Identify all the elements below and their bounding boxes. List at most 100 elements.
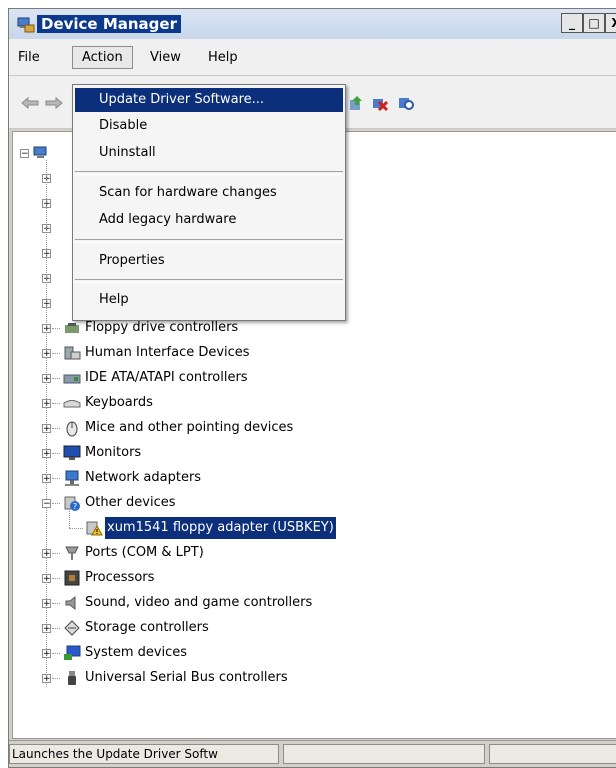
menu-update-driver[interactable]: Update Driver Software... (75, 88, 343, 112)
tree-connector (52, 503, 60, 505)
tree-item[interactable]: + IDE ATA/ATAPI controllers (13, 367, 616, 389)
tree-connector (52, 328, 60, 330)
tree-item-label: Other devices (85, 495, 176, 510)
floppy-controller-icon (65, 323, 79, 333)
storage-icon (64, 620, 80, 636)
forward-arrow-icon[interactable] (43, 94, 65, 112)
tree-collapse-toggle[interactable]: − (42, 499, 51, 509)
port-icon (65, 546, 79, 560)
tree-item-label: Universal Serial Bus controllers (85, 670, 288, 685)
title-bar[interactable]: Device Manager _ □ X (9, 9, 616, 39)
action-menu-dropdown: Update Driver Software... Disable Uninst… (72, 84, 346, 321)
update-driver-icon[interactable] (345, 94, 367, 112)
tree-expander[interactable]: + (42, 424, 51, 434)
menu-help-item[interactable]: Help (75, 288, 343, 312)
tree-item[interactable]: + Ports (COM & LPT) (13, 542, 616, 564)
menu-bar: File Action View Help (9, 39, 616, 76)
tree-item[interactable]: − ? Other devices (13, 492, 616, 514)
minimize-button[interactable]: _ (561, 13, 583, 33)
menu-add-legacy-hardware[interactable]: Add legacy hardware (75, 208, 343, 232)
menu-uninstall[interactable]: Uninstall (75, 141, 343, 165)
tree-item[interactable]: + Sound, video and game controllers (13, 592, 616, 614)
tree-item[interactable]: + Universal Serial Bus controllers (13, 667, 616, 689)
tree-item[interactable]: xum1541 floppy adapter (USBKEY) (13, 509, 616, 539)
status-text: Launches the Update Driver Softw (9, 744, 279, 764)
status-bar: Launches the Update Driver Softw (9, 740, 616, 767)
close-button[interactable]: X (605, 13, 616, 33)
root-collapse-toggle[interactable]: − (20, 149, 29, 159)
window-title: Device Manager (37, 15, 181, 33)
tree-item-label: Monitors (85, 445, 142, 460)
menu-separator (75, 171, 343, 175)
computer-icon (33, 146, 47, 158)
tree-expander[interactable]: + (42, 449, 51, 459)
sound-icon (65, 595, 76, 611)
tree-expander[interactable]: + (42, 399, 51, 409)
tree-connector (52, 428, 60, 430)
menu-action[interactable]: Action (72, 46, 133, 69)
tree-connector (52, 478, 60, 480)
tree-item[interactable]: + Human Interface Devices (13, 342, 616, 364)
tree-item[interactable]: + Monitors (13, 442, 616, 464)
ide-controller-icon (63, 374, 81, 384)
device-manager-app-icon (17, 17, 35, 33)
status-pane-empty (489, 744, 616, 764)
tree-item-label: Human Interface Devices (85, 345, 250, 360)
tree-connector (69, 509, 71, 528)
tree-connector (52, 403, 60, 405)
tree-expander[interactable]: + (42, 599, 51, 609)
tree-connector (52, 653, 60, 655)
system-device-icon (64, 645, 81, 660)
tree-expander[interactable]: + (42, 574, 51, 584)
tree-item-label: IDE ATA/ATAPI controllers (85, 370, 248, 385)
back-arrow-icon[interactable] (19, 94, 41, 112)
tree-connector (52, 378, 60, 380)
tree-item-label: Mice and other pointing devices (85, 420, 294, 435)
keyboard-icon (63, 400, 81, 408)
uninstall-device-icon[interactable] (369, 94, 391, 112)
tree-expander[interactable]: + (42, 324, 51, 334)
tree-item[interactable]: + Processors (13, 567, 616, 589)
tree-connector (52, 628, 60, 630)
tree-connector (52, 603, 60, 605)
window-controls: _ □ X (561, 13, 616, 33)
tree-item-label: Sound, video and game controllers (85, 595, 313, 610)
tree-connector (52, 553, 60, 555)
monitor-icon (63, 445, 81, 460)
menu-properties[interactable]: Properties (75, 249, 343, 273)
mouse-icon (66, 421, 78, 437)
tree-connector (52, 453, 60, 455)
unknown-device-icon: ? (64, 496, 80, 511)
tree-item[interactable]: + Mice and other pointing devices (13, 417, 616, 439)
tree-expander[interactable]: + (42, 649, 51, 659)
tree-item[interactable]: + Storage controllers (13, 617, 616, 639)
tree-item-label-selected: xum1541 floppy adapter (USBKEY) (105, 517, 336, 539)
menu-view[interactable]: View (141, 47, 190, 68)
menu-separator (75, 279, 343, 283)
restore-button[interactable]: □ (583, 13, 605, 33)
tree-item[interactable]: + Keyboards (13, 392, 616, 414)
status-pane-empty (283, 744, 485, 764)
warning-device-icon (86, 521, 103, 536)
processor-icon (64, 570, 80, 586)
tree-expander[interactable]: + (42, 674, 51, 684)
tree-expander[interactable]: + (42, 474, 51, 484)
tree-expander[interactable]: + (42, 624, 51, 634)
tree-item[interactable]: + Network adapters (13, 467, 616, 489)
tree-connector (52, 678, 60, 680)
tree-item-label: Ports (COM & LPT) (85, 545, 204, 560)
scan-hardware-icon[interactable] (395, 94, 417, 112)
menu-disable[interactable]: Disable (75, 114, 343, 138)
hid-icon (64, 346, 81, 360)
tree-expander[interactable]: + (42, 374, 51, 384)
network-adapter-icon (65, 470, 79, 486)
tree-item-label: Network adapters (85, 470, 202, 485)
menu-scan-hardware[interactable]: Scan for hardware changes (75, 181, 343, 205)
tree-expander[interactable]: + (42, 549, 51, 559)
svg-text:?: ? (73, 502, 77, 511)
menu-help[interactable]: Help (199, 47, 247, 68)
tree-connector (69, 528, 83, 530)
tree-expander[interactable]: + (42, 349, 51, 359)
tree-item[interactable]: + System devices (13, 642, 616, 664)
menu-file[interactable]: File (9, 47, 49, 68)
